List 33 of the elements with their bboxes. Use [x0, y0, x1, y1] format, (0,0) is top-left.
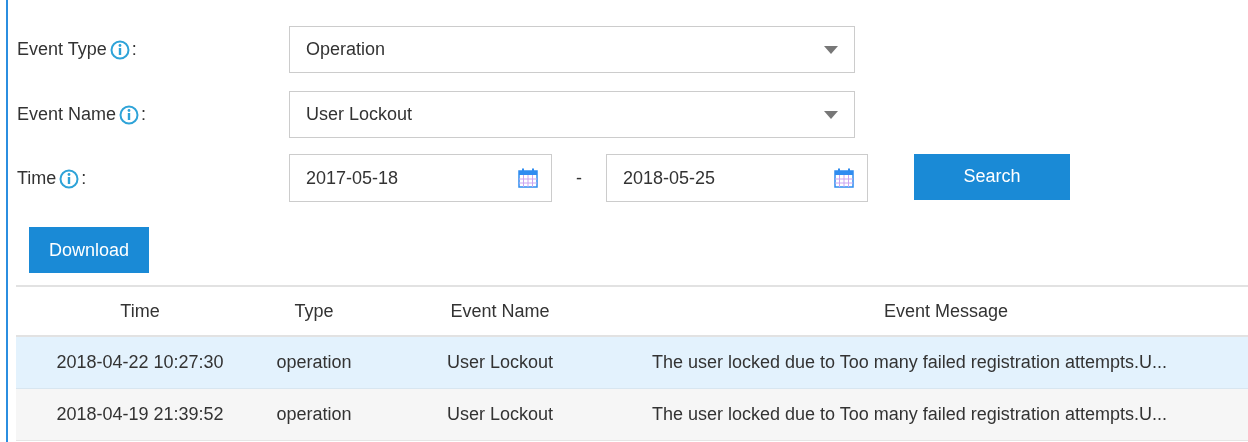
info-icon[interactable] — [59, 168, 80, 189]
colon: : — [131, 38, 137, 61]
download-button[interactable]: Download — [29, 227, 149, 273]
caret-icon — [824, 110, 838, 119]
calendar-icon[interactable] — [833, 167, 855, 189]
info-icon[interactable] — [119, 105, 140, 126]
column-header: Event Name — [364, 286, 636, 336]
table-cell: 2018-04-19 21:39:52 — [16, 388, 264, 440]
field-label: Time — [17, 166, 57, 190]
table-cell: operation — [264, 336, 364, 388]
table-cell: User Lockout — [364, 336, 636, 388]
column-header: Type — [264, 286, 364, 336]
column-header: Time — [16, 286, 264, 336]
start-date-field[interactable]: 2017-05-18 — [289, 154, 552, 202]
table-cell: The user locked due to Too many failed registration attempts.U... — [636, 336, 1248, 388]
table-cell: User Lockout — [364, 388, 636, 440]
range-separator: - — [575, 166, 583, 190]
colon: : — [141, 103, 147, 126]
column-header: Event Message — [636, 286, 1248, 336]
table-row[interactable]: 2018-04-19 21:39:52 operation User Lockout The user locked due to Too many failed registration attempts.U... — [16, 388, 1248, 440]
table-cell: The user locked due to Too many failed registration attempts.U... — [636, 388, 1248, 440]
colon: : — [81, 166, 87, 190]
table-cell: 2018-04-22 10:27:30 — [16, 336, 264, 388]
field-label: Event Type — [17, 38, 107, 61]
dropdown[interactable]: Operation — [289, 26, 855, 73]
calendar-icon[interactable] — [517, 167, 539, 189]
search-button[interactable]: Search — [914, 153, 1070, 200]
end-date-field[interactable]: 2018-05-25 — [606, 154, 868, 202]
table-cell: operation — [264, 388, 364, 440]
dropdown[interactable]: User Lockout — [289, 91, 855, 138]
caret-icon — [824, 45, 838, 54]
field-label: Event Name — [17, 103, 117, 126]
info-icon[interactable] — [109, 40, 130, 61]
